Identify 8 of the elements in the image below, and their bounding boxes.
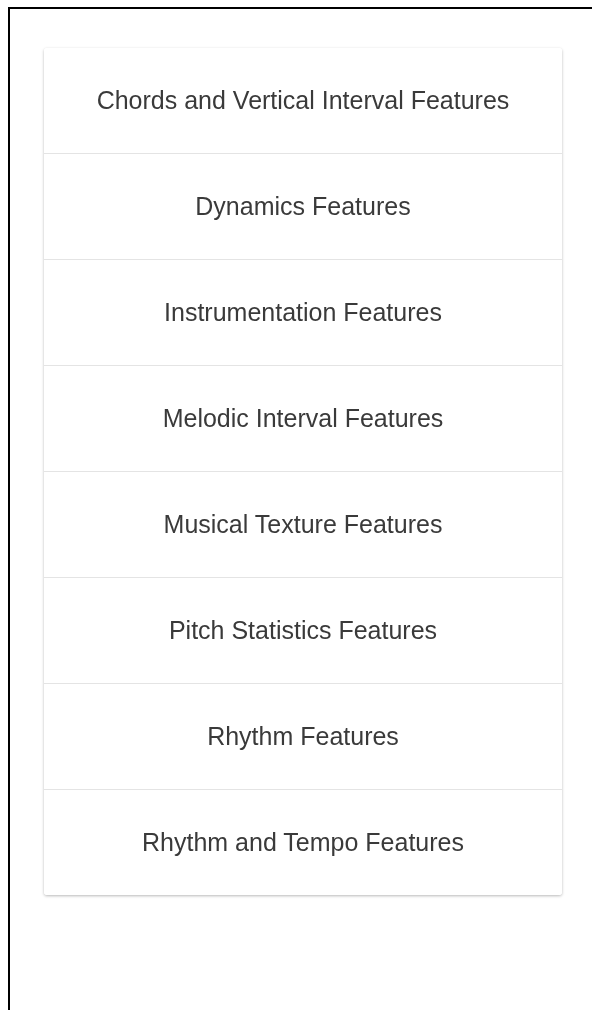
menu-item[interactable]: Rhythm Features <box>44 683 562 789</box>
menu-item[interactable]: Rhythm and Tempo Features <box>44 789 562 895</box>
menu-item[interactable]: Chords and Vertical Interval Features <box>44 48 562 153</box>
menu-item[interactable]: Melodic Interval Features <box>44 365 562 471</box>
menu-item[interactable]: Dynamics Features <box>44 153 562 259</box>
menu-item[interactable]: Musical Texture Features <box>44 471 562 577</box>
menu-item[interactable]: Instrumentation Features <box>44 259 562 365</box>
menu-item[interactable]: Pitch Statistics Features <box>44 577 562 683</box>
